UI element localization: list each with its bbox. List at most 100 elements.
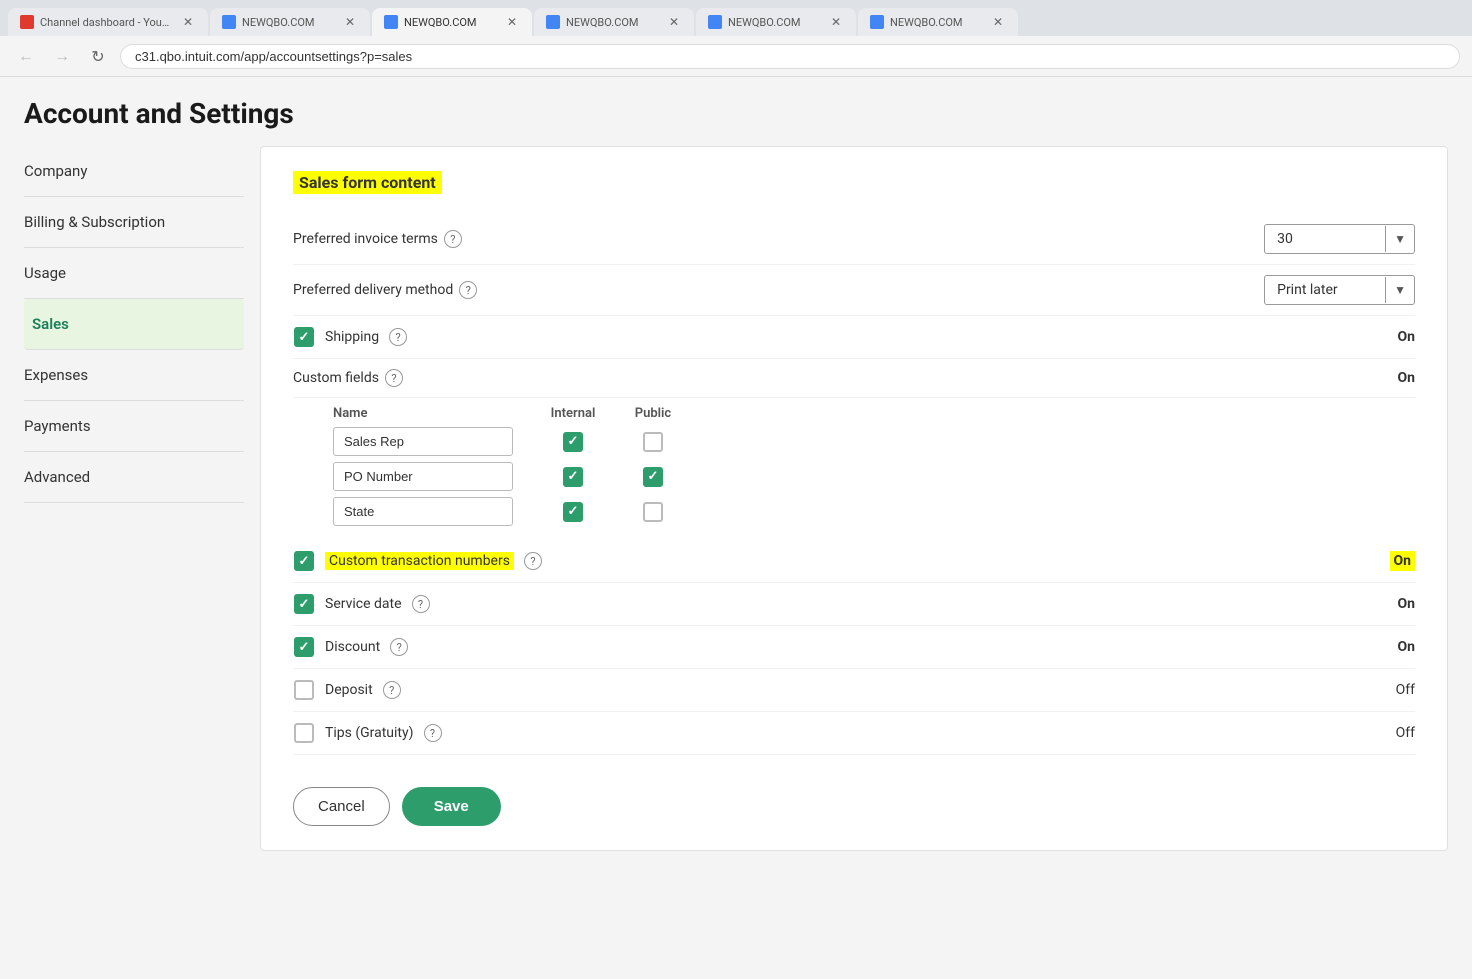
custom-fields-table: NameInternalPublic✓✓✓✓ xyxy=(293,398,1415,540)
custom-fields-label: Custom fields? xyxy=(293,369,1398,387)
control-right: On xyxy=(1398,596,1416,612)
cancel-button[interactable]: Cancel xyxy=(293,787,390,826)
tab-close-button[interactable]: ✕ xyxy=(828,14,844,30)
address-bar: ← → ↻ xyxy=(0,36,1472,77)
cf-internal-checkbox-2[interactable]: ✓ xyxy=(562,501,584,523)
form-row-tips: Tips (Gratuity)?Off xyxy=(293,712,1415,755)
control-right: Off xyxy=(1396,725,1415,741)
dropdown-arrow-icon[interactable]: ▼ xyxy=(1385,226,1414,252)
tab-favicon xyxy=(384,15,398,29)
form-label-delivery_method: Preferred delivery method? xyxy=(293,281,1264,299)
tab-title: Channel dashboard - YouTube S... xyxy=(40,16,174,29)
buttons-row: Cancel Save xyxy=(293,775,1415,826)
help-icon[interactable]: ? xyxy=(444,230,462,248)
help-icon[interactable]: ? xyxy=(424,724,442,742)
back-button[interactable]: ← xyxy=(12,42,40,70)
sidebar-item-usage[interactable]: Usage xyxy=(24,248,244,299)
sidebar-item-payments[interactable]: Payments xyxy=(24,401,244,452)
help-icon[interactable]: ? xyxy=(524,552,542,570)
cf-public-checkbox-1[interactable]: ✓ xyxy=(642,466,664,488)
sidebar-item-sales[interactable]: Sales xyxy=(24,299,244,350)
label-text: Deposit xyxy=(325,682,373,698)
section-title: Sales form content xyxy=(293,171,442,194)
sidebar-item-label: Billing & Subscription xyxy=(24,213,244,231)
sidebar-item-label: Payments xyxy=(24,417,244,435)
cf-internal-checkbox-0[interactable]: ✓ xyxy=(562,431,584,453)
browser-tab-tab1[interactable]: Channel dashboard - YouTube S... ✕ xyxy=(8,8,208,36)
checkbox-deposit[interactable] xyxy=(293,679,315,701)
forward-button[interactable]: → xyxy=(48,42,76,70)
form-row-shipping: ✓ Shipping? On xyxy=(293,316,1415,359)
tab-close-button[interactable]: ✕ xyxy=(504,14,520,30)
cf-public-checkbox-0[interactable] xyxy=(642,431,664,453)
cf-row-0: ✓ xyxy=(333,427,1415,456)
cf-header-internal: Internal xyxy=(533,406,613,421)
status-badge: On xyxy=(1398,596,1416,612)
label-text: Preferred invoice terms xyxy=(293,231,438,247)
cf-name-input-0[interactable] xyxy=(333,427,513,456)
browser-tab-tab2[interactable]: NEWQBO.COM✕ xyxy=(210,8,370,36)
tab-close-button[interactable]: ✕ xyxy=(180,14,196,30)
label-text: Custom fields xyxy=(293,370,379,386)
control-right: On xyxy=(1398,329,1416,345)
help-icon[interactable]: ? xyxy=(390,638,408,656)
label-text: Shipping xyxy=(325,329,379,345)
sidebar-item-advanced[interactable]: Advanced xyxy=(24,452,244,503)
checkbox-service_date[interactable]: ✓ xyxy=(293,593,315,615)
checkbox-custom_transaction[interactable]: ✓ xyxy=(293,550,315,572)
form-label-invoice_terms: Preferred invoice terms? xyxy=(293,230,1264,248)
dropdown-value: Print later xyxy=(1265,276,1385,304)
cf-name-input-1[interactable] xyxy=(333,462,513,491)
form-row-delivery_method: Preferred delivery method?Print later▼ xyxy=(293,265,1415,316)
sidebar-item-billing[interactable]: Billing & Subscription xyxy=(24,197,244,248)
status-badge: Off xyxy=(1396,682,1415,698)
reload-button[interactable]: ↻ xyxy=(84,42,112,70)
browser-chrome: Channel dashboard - YouTube S... ✕ NEWQBO.… xyxy=(0,0,1472,36)
browser-tab-tab4[interactable]: NEWQBO.COM✕ xyxy=(534,8,694,36)
address-input[interactable] xyxy=(120,44,1460,69)
help-icon[interactable]: ? xyxy=(383,681,401,699)
tab-favicon xyxy=(20,15,34,29)
sidebar-item-expenses[interactable]: Expenses xyxy=(24,350,244,401)
help-icon[interactable]: ? xyxy=(389,328,407,346)
browser-tab-tab5[interactable]: NEWQBO.COM✕ xyxy=(696,8,856,36)
status-badge: Off xyxy=(1396,725,1415,741)
cf-header-name: Name xyxy=(333,406,533,421)
checkbox-shipping[interactable]: ✓ xyxy=(293,326,315,348)
cf-row-2: ✓ xyxy=(333,497,1415,526)
help-icon[interactable]: ? xyxy=(385,369,403,387)
tab-title: NEWQBO.COM xyxy=(890,16,984,29)
form-label-tips: Tips (Gratuity)? xyxy=(293,722,1396,744)
browser-tab-tab6[interactable]: NEWQBO.COM ✕ xyxy=(858,8,1018,36)
control-right: 30▼ xyxy=(1264,224,1415,254)
form-row-invoice_terms: Preferred invoice terms?30▼ xyxy=(293,214,1415,265)
tab-close-button[interactable]: ✕ xyxy=(666,14,682,30)
checkbox-tips[interactable] xyxy=(293,722,315,744)
cf-public-checkbox-2[interactable] xyxy=(642,501,664,523)
browser-tab-tab3[interactable]: NEWQBO.COM ✕ xyxy=(372,8,532,36)
label-text: Tips (Gratuity) xyxy=(325,725,414,741)
status-badge: On xyxy=(1390,551,1416,571)
tab-title: NEWQBO.COM xyxy=(404,16,498,29)
cf-internal-checkbox-1[interactable]: ✓ xyxy=(562,466,584,488)
sidebar-item-company[interactable]: Company xyxy=(24,146,244,197)
form-row-custom-fields: Custom fields?On xyxy=(293,359,1415,398)
main-content: Sales form content Preferred invoice term… xyxy=(260,146,1448,851)
cf-name-input-2[interactable] xyxy=(333,497,513,526)
status-badge: On xyxy=(1398,639,1416,655)
control-right: On xyxy=(1398,639,1416,655)
checkbox-discount[interactable]: ✓ xyxy=(293,636,315,658)
tab-close-button[interactable]: ✕ xyxy=(990,14,1006,30)
dropdown-arrow-icon[interactable]: ▼ xyxy=(1385,277,1414,303)
dropdown-value: 30 xyxy=(1265,225,1385,253)
help-icon[interactable]: ? xyxy=(459,281,477,299)
sidebar-item-label: Sales xyxy=(32,315,244,333)
dropdown-delivery_method[interactable]: Print later▼ xyxy=(1264,275,1415,305)
control-right: On xyxy=(1390,551,1416,571)
help-icon[interactable]: ? xyxy=(412,595,430,613)
dropdown-invoice_terms[interactable]: 30▼ xyxy=(1264,224,1415,254)
tab-close-button[interactable]: ✕ xyxy=(342,14,358,30)
label-text: Service date xyxy=(325,596,402,612)
save-button[interactable]: Save xyxy=(402,787,501,826)
form-label-deposit: Deposit? xyxy=(293,679,1396,701)
